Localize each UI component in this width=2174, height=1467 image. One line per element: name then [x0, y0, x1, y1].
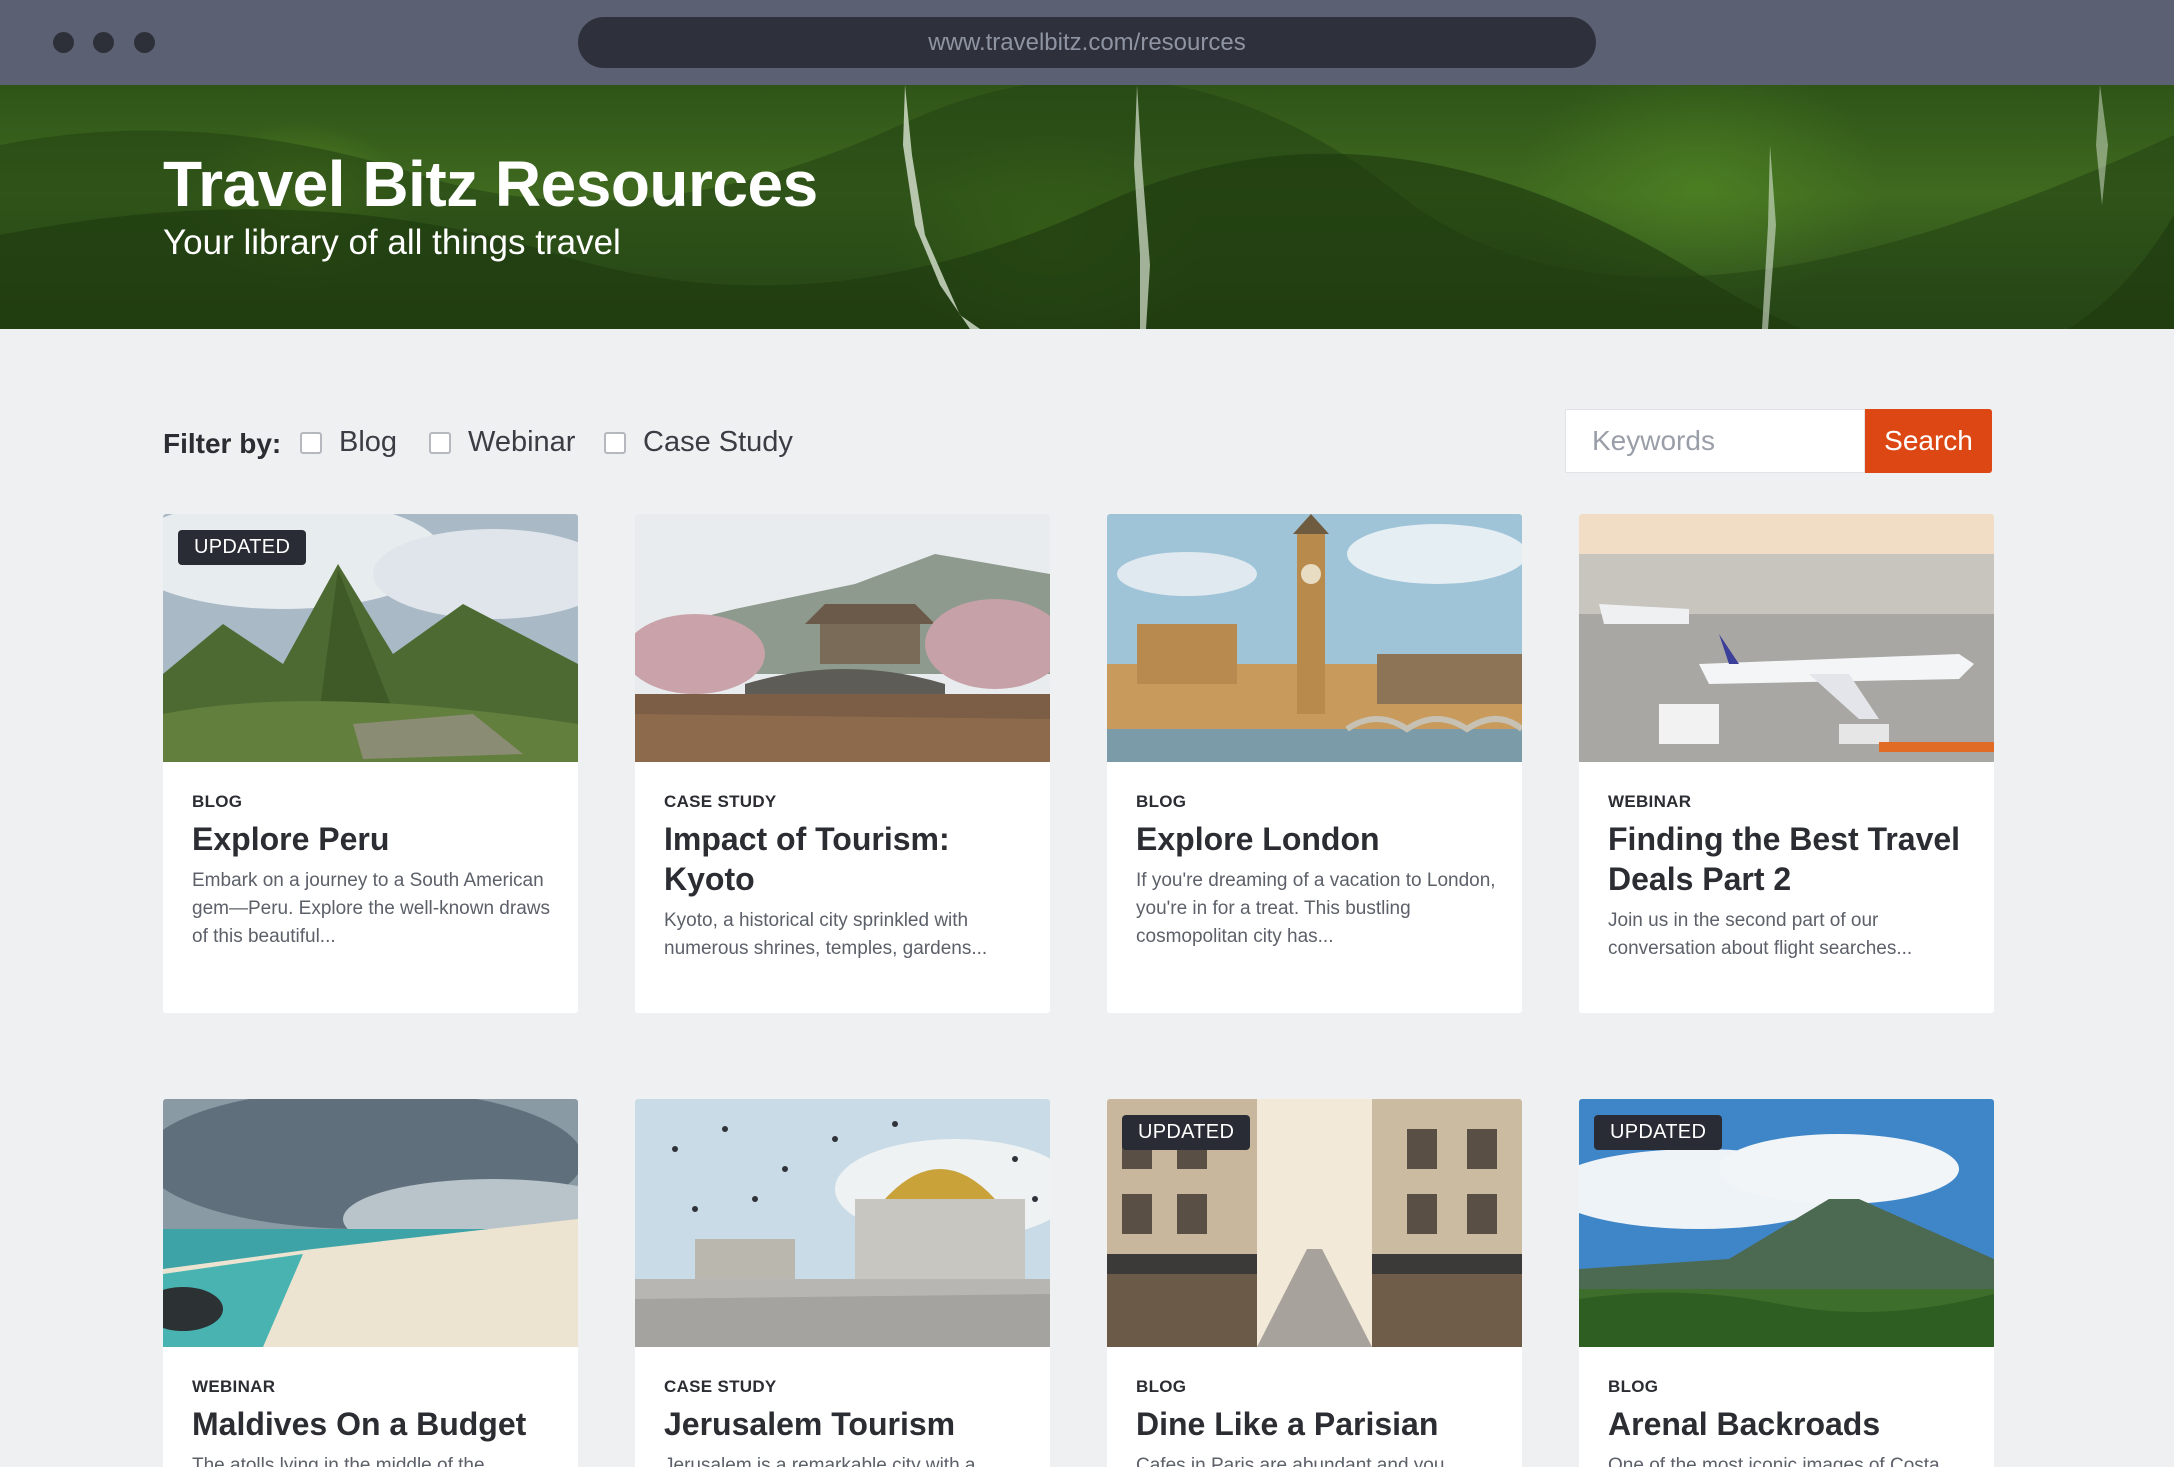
card-category: CASE STUDY — [664, 792, 777, 811]
search-input[interactable]: Keywords — [1565, 409, 1865, 473]
card-image — [635, 514, 1050, 762]
filter-option-webinar[interactable]: Webinar — [429, 426, 575, 459]
card-description: One of the most iconic images of Costa — [1608, 1455, 1940, 1467]
card-title[interactable]: Finding the Best Travel Deals Part 2 — [1608, 819, 1978, 899]
checkbox[interactable] — [300, 431, 322, 454]
checkbox[interactable] — [429, 431, 451, 454]
card-description: Join us in the second part of our conver… — [1608, 910, 1913, 959]
card-title[interactable]: Arenal Backroads — [1608, 1404, 1978, 1444]
resource-card[interactable]: UPDATED BLOG Explore Peru Embark on a jo… — [163, 514, 578, 1013]
card-description: Cafes in Paris are abundant and you — [1136, 1455, 1445, 1467]
card-image: UPDATED — [163, 514, 578, 762]
card-description: If you're dreaming of a vacation to Lond… — [1136, 870, 1496, 947]
card-description: Embark on a journey to a South American … — [192, 870, 550, 947]
filter-option-label: Webinar — [468, 426, 576, 458]
resource-card[interactable]: CASE STUDY Impact of Tourism: Kyoto Kyot… — [635, 514, 1050, 1013]
card-title[interactable]: Explore Peru — [192, 819, 562, 859]
card-category: WEBINAR — [192, 1377, 276, 1396]
kyoto-temple-image — [635, 514, 1050, 762]
filter-option-label: Case Study — [643, 426, 793, 458]
card-title[interactable]: Maldives On a Budget — [192, 1404, 562, 1444]
browser-chrome: www.travelbitz.com/resources — [0, 0, 2174, 85]
updated-badge: UPDATED — [178, 530, 307, 565]
filter-label: Filter by: — [163, 428, 282, 459]
card-title[interactable]: Dine Like a Parisian — [1136, 1404, 1506, 1444]
address-bar[interactable]: www.travelbitz.com/resources — [578, 17, 1596, 68]
card-category: BLOG — [1608, 1377, 1659, 1396]
card-image — [163, 1099, 578, 1347]
resource-card[interactable]: BLOG Explore London If you're dreaming o… — [1107, 514, 1522, 1013]
airport-airplane-image — [1579, 514, 1994, 762]
card-image: UPDATED — [1107, 1099, 1522, 1347]
card-title[interactable]: Jerusalem Tourism — [664, 1404, 1034, 1444]
filter-option-case-study[interactable]: Case Study — [604, 426, 793, 459]
london-big-ben-image — [1107, 514, 1522, 762]
card-category: CASE STUDY — [664, 1377, 777, 1396]
card-image — [635, 1099, 1050, 1347]
card-description: Jerusalem is a remarkable city with a — [664, 1455, 976, 1467]
card-category: BLOG — [1136, 792, 1187, 811]
page-subtitle: Your library of all things travel — [163, 223, 621, 262]
window-minimize-dot[interactable] — [93, 32, 114, 53]
resource-card[interactable]: UPDATED BLOG Dine Like a Parisian Cafes … — [1107, 1099, 1522, 1467]
window-maximize-dot[interactable] — [134, 32, 155, 53]
card-description: Kyoto, a historical city sprinkled with … — [664, 910, 988, 959]
card-title[interactable]: Explore London — [1136, 819, 1506, 859]
filter-option-blog[interactable]: Blog — [300, 426, 397, 459]
card-description: The atolls lying in the middle of the — [192, 1455, 485, 1467]
resource-card[interactable]: CASE STUDY Jerusalem Tourism Jerusalem i… — [635, 1099, 1050, 1467]
window-close-dot[interactable] — [53, 32, 74, 53]
resource-card[interactable]: WEBINAR Finding the Best Travel Deals Pa… — [1579, 514, 1994, 1013]
resource-card[interactable]: WEBINAR Maldives On a Budget The atolls … — [163, 1099, 578, 1467]
hero-banner: Travel Bitz Resources Your library of al… — [0, 85, 2174, 329]
filter-option-label: Blog — [339, 426, 398, 458]
card-image: UPDATED — [1579, 1099, 1994, 1347]
checkbox[interactable] — [604, 431, 626, 454]
card-title[interactable]: Impact of Tourism: Kyoto — [664, 819, 1034, 899]
resource-card[interactable]: UPDATED BLOG Arenal Backroads One of the… — [1579, 1099, 1994, 1467]
card-image — [1107, 514, 1522, 762]
card-category: BLOG — [192, 792, 243, 811]
card-image — [1579, 514, 1994, 762]
card-category: WEBINAR — [1608, 792, 1692, 811]
page-title: Travel Bitz Resources — [163, 148, 818, 220]
updated-badge: UPDATED — [1594, 1115, 1723, 1150]
card-category: BLOG — [1136, 1377, 1187, 1396]
jerusalem-dome-image — [635, 1099, 1050, 1347]
maldives-beach-image — [163, 1099, 578, 1347]
updated-badge: UPDATED — [1122, 1115, 1251, 1150]
search-button[interactable]: Search — [1865, 409, 1992, 473]
